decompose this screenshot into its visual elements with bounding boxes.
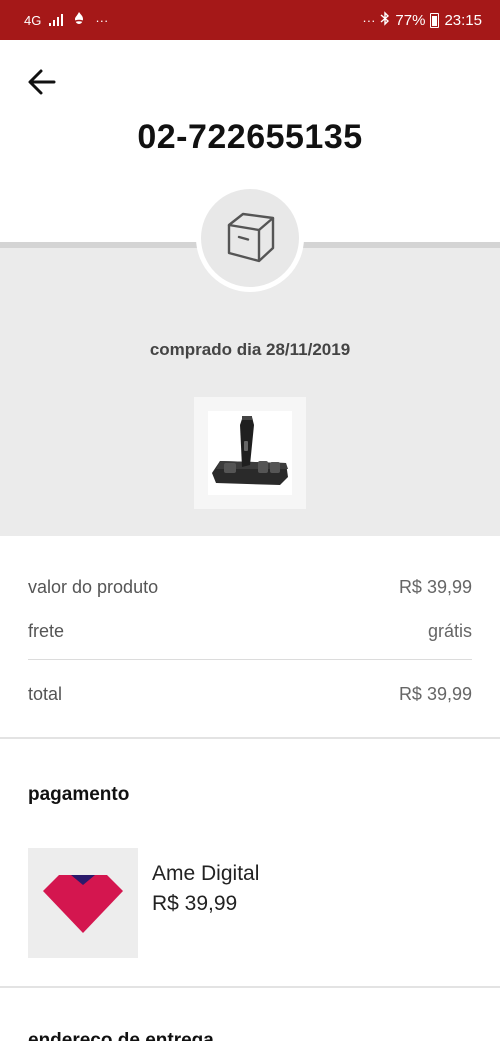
order-number: 02-722655135	[137, 118, 363, 156]
more-notifications-icon: ···	[95, 12, 109, 28]
back-arrow-icon[interactable]	[24, 64, 60, 100]
payment-section-title: pagamento	[28, 784, 130, 805]
shipping-value: grátis	[427, 621, 472, 641]
delivery-section-title: endereço de entrega	[28, 1030, 214, 1041]
total-value: R$ 39,99	[398, 684, 472, 704]
payment-method-amount: R$ 39,99	[152, 892, 238, 915]
total-row: total R$ 39,99	[28, 684, 472, 705]
box-icon	[215, 201, 285, 276]
section-divider	[0, 737, 500, 739]
clock: 23:15	[444, 12, 482, 29]
product-value-amount: R$ 39,99	[398, 577, 472, 597]
signal-icon	[49, 14, 64, 26]
payment-method-name: Ame Digital	[152, 862, 260, 885]
shipping-label: frete	[28, 621, 65, 641]
purchase-date: comprado dia 28/11/2019	[149, 340, 351, 359]
status-track-left	[0, 242, 200, 248]
more-status-icon: ···	[362, 13, 376, 28]
bluetooth-icon	[380, 11, 390, 30]
santander-flame-icon	[71, 11, 87, 29]
status-track-right	[300, 242, 500, 248]
section-divider	[0, 986, 500, 988]
shipping-row: frete grátis	[28, 621, 472, 642]
product-thumbnail[interactable]	[194, 397, 306, 509]
status-bar: 4G ··· ··· 77% 23:15	[0, 0, 500, 40]
order-status-badge	[196, 184, 304, 292]
total-label: total	[28, 684, 63, 704]
battery-icon	[430, 13, 440, 28]
ame-digital-logo	[28, 848, 138, 958]
battery-percent: 77%	[395, 12, 426, 29]
product-value-label: valor do produto	[28, 577, 159, 597]
product-value-row: valor do produto R$ 39,99	[28, 577, 472, 598]
price-divider	[28, 659, 472, 660]
hair-trimmer-kit-photo	[208, 411, 292, 495]
network-type: 4G	[24, 12, 42, 28]
